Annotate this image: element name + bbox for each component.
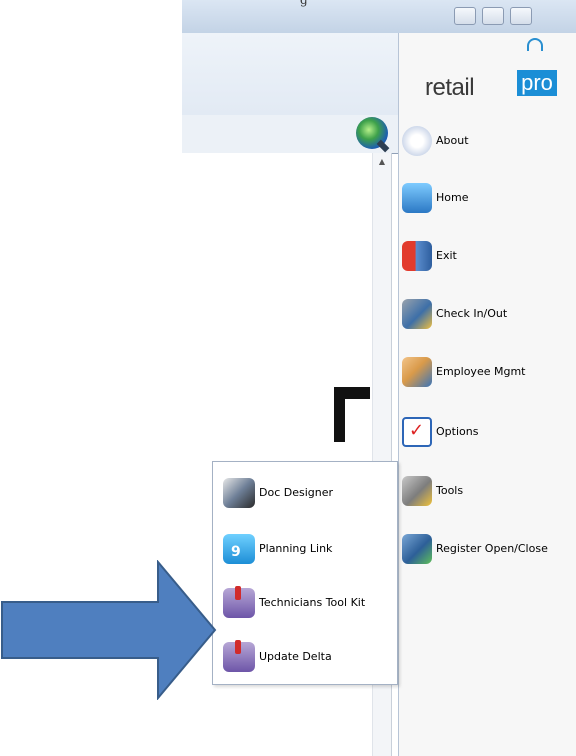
- menu-item-employee-mgmt[interactable]: Employee Mgmt: [402, 353, 576, 393]
- menu-item-check-in-out[interactable]: Check In/Out: [402, 295, 576, 335]
- check-in-out-icon: [402, 299, 432, 329]
- menu-item-label: Employee Mgmt: [436, 365, 526, 378]
- logo-text-retail: retail: [425, 74, 475, 101]
- menu-item-label: Exit: [436, 249, 457, 262]
- update-delta-red-handle: [235, 640, 241, 654]
- retailpro-logo: retail pro: [425, 38, 565, 101]
- retailpro-r-icon: [402, 126, 432, 156]
- menu-item-about[interactable]: About: [402, 122, 576, 162]
- window-caption: g: [300, 0, 308, 7]
- doc-designer-icon: [223, 478, 255, 508]
- submenu-item-doc-designer[interactable]: Doc Designer: [223, 474, 398, 514]
- annotation-arrow-icon: [1, 560, 217, 700]
- submenu-item-update-delta[interactable]: Update Delta: [223, 638, 398, 678]
- menu-item-tools[interactable]: Tools: [402, 472, 576, 512]
- checkmark-icon: ✓: [409, 420, 425, 441]
- menu-item-register-open-close[interactable]: Register Open/Close: [402, 530, 576, 570]
- header-area: [182, 33, 400, 116]
- submenu-item-label: Planning Link: [259, 542, 333, 555]
- register-icon: [402, 534, 432, 564]
- logo-bag-handle: [527, 38, 543, 51]
- document-mark-top: [334, 387, 370, 399]
- exit-door-icon: [402, 241, 432, 271]
- employee-mgmt-icon: [402, 357, 432, 387]
- update-delta-icon: [223, 640, 255, 672]
- menu-item-label: Options: [436, 425, 479, 438]
- menu-item-options[interactable]: ✓ Options: [402, 413, 576, 453]
- tools-submenu: Doc Designer 9 Planning Link Technicians…: [212, 461, 398, 685]
- toolkit-icon: [223, 586, 255, 618]
- arrow-shape: [1, 560, 217, 700]
- title-bar: [182, 0, 576, 34]
- tools-icon: [402, 476, 432, 506]
- menu-item-label: Home: [436, 191, 469, 204]
- submenu-item-label: Update Delta: [259, 650, 332, 663]
- menu-item-home[interactable]: Home: [402, 179, 576, 219]
- home-icon: [402, 183, 432, 213]
- submenu-item-technicians-tool-kit[interactable]: Technicians Tool Kit: [223, 584, 398, 624]
- menu-item-label: About: [436, 134, 469, 147]
- planning-link-badge: 9: [231, 544, 241, 560]
- restore-button[interactable]: [482, 7, 504, 25]
- submenu-item-planning-link[interactable]: 9 Planning Link: [223, 530, 398, 570]
- minimize-button[interactable]: [454, 7, 476, 25]
- scroll-up-arrow-icon[interactable]: ▲: [373, 157, 391, 169]
- planning-link-icon: 9: [223, 534, 255, 564]
- menu-item-label: Tools: [436, 484, 464, 497]
- menu-item-label: Register Open/Close: [436, 542, 548, 555]
- submenu-item-label: Doc Designer: [259, 486, 334, 499]
- close-button[interactable]: [510, 7, 532, 25]
- options-checklist-icon: ✓: [402, 417, 432, 447]
- menu-item-exit[interactable]: Exit: [402, 237, 576, 277]
- submenu-item-label: Technicians Tool Kit: [259, 596, 366, 609]
- menu-item-label: Check In/Out: [436, 307, 508, 320]
- toolkit-red-handle: [235, 586, 241, 600]
- logo-text-pro: pro: [517, 70, 557, 96]
